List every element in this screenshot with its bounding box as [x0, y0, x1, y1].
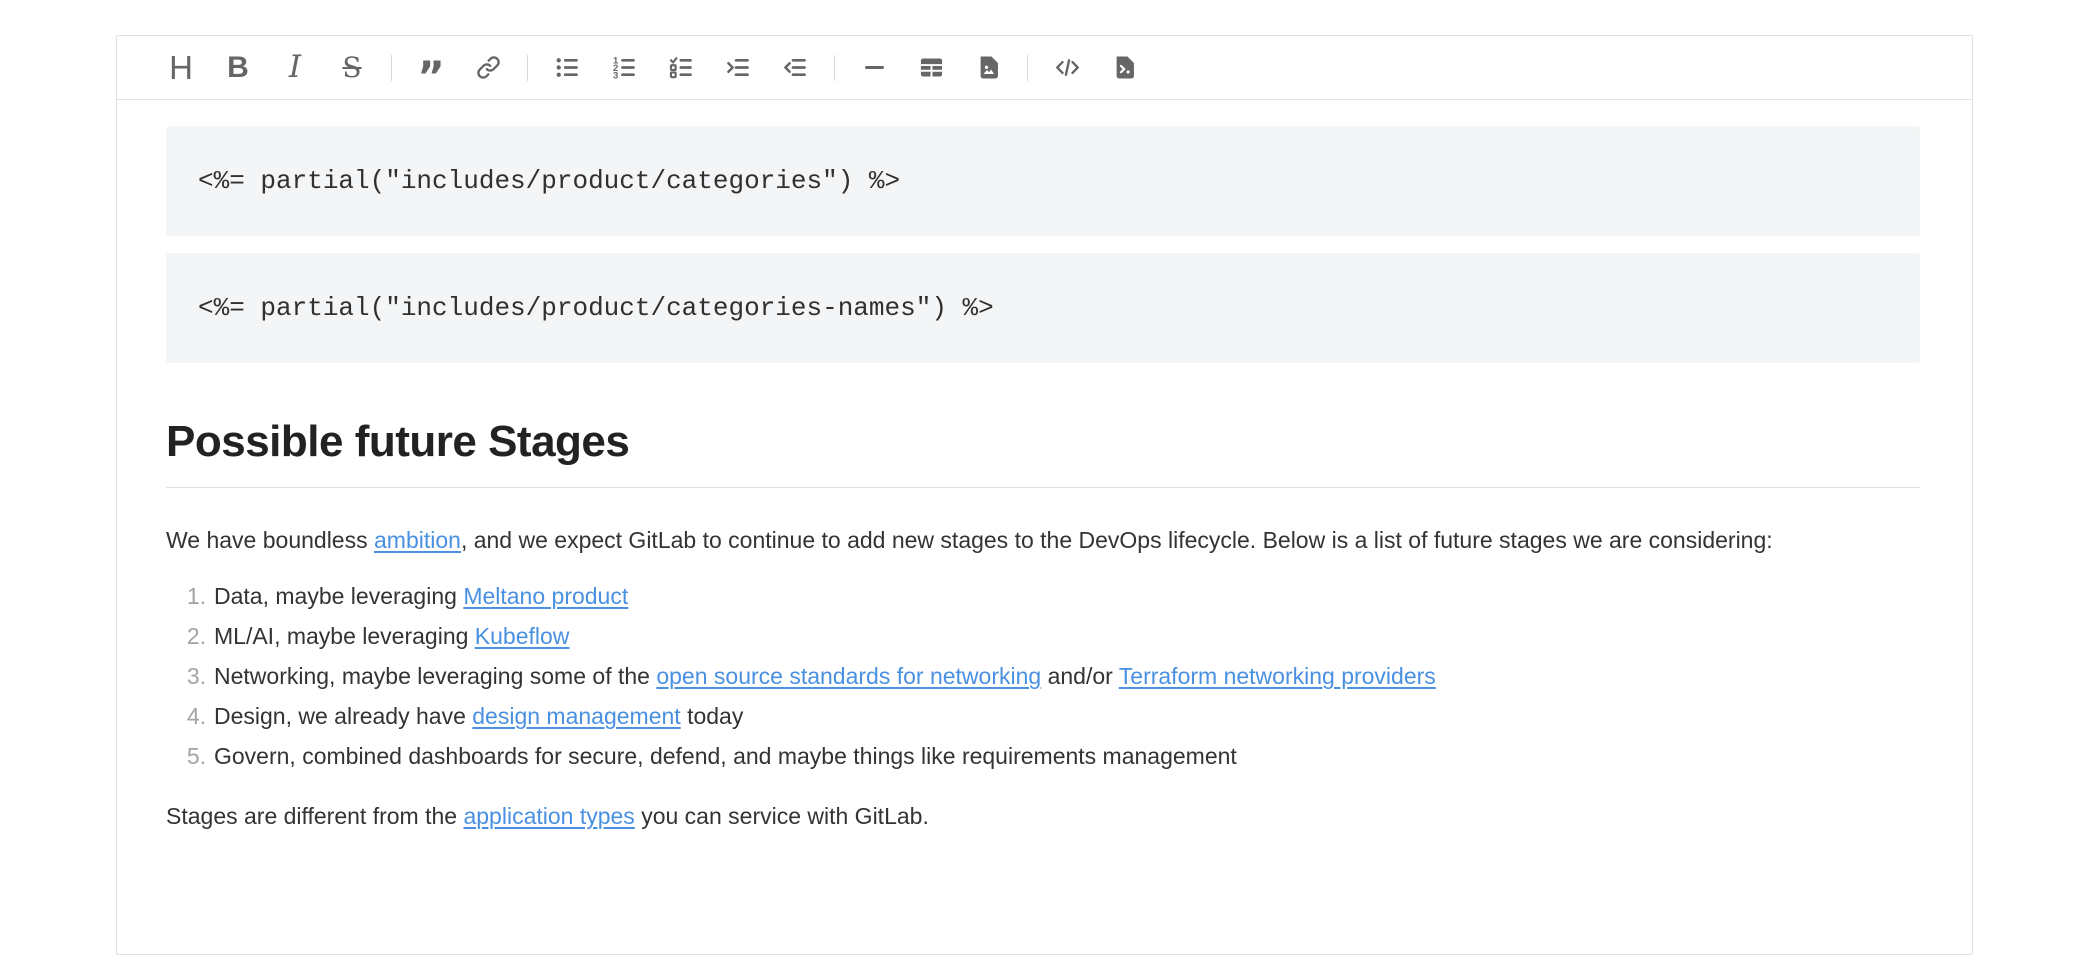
list-marker: 2.	[166, 616, 206, 656]
text-run: Networking, maybe leveraging some of the	[214, 663, 656, 689]
heading-button[interactable]: H	[163, 47, 199, 89]
heading-icon: H	[169, 51, 193, 84]
toolbar-divider	[834, 55, 835, 81]
list-marker: 1.	[166, 576, 206, 616]
text-run: Design, we already have	[214, 703, 472, 729]
intro-paragraph: We have boundless ambition, and we expec…	[166, 520, 1920, 560]
list-item-govern: 5. Govern, combined dashboards for secure…	[166, 736, 1920, 776]
bulleted-list-button[interactable]	[549, 47, 585, 89]
editor-content-area[interactable]: <%= partial("includes/product/categories…	[117, 100, 1972, 876]
code-icon	[1054, 54, 1081, 81]
code-block-categories-names[interactable]: <%= partial("includes/product/categories…	[166, 253, 1920, 363]
strikethrough-icon: S	[342, 54, 361, 82]
link-design-management[interactable]: design management	[472, 703, 680, 729]
text-run: and/or	[1041, 663, 1119, 689]
italic-icon: I	[289, 52, 301, 83]
text-run: Data, maybe leveraging	[214, 583, 463, 609]
outdent-icon	[782, 54, 809, 81]
text-run: today	[681, 703, 744, 729]
code-file-icon	[1111, 54, 1138, 81]
list-marker: 4.	[166, 696, 206, 736]
toolbar-divider	[527, 55, 528, 81]
blockquote-button[interactable]: ”	[413, 47, 449, 89]
code-block-categories[interactable]: <%= partial("includes/product/categories…	[166, 126, 1920, 236]
horizontal-rule-icon	[861, 54, 888, 81]
strikethrough-button[interactable]: S	[334, 47, 370, 89]
table-icon	[918, 54, 945, 81]
svg-text:3: 3	[613, 70, 618, 81]
text-run: Stages are different from the	[166, 803, 463, 829]
text-run: We have boundless	[166, 527, 374, 553]
text-run: , and we expect GitLab to continue to ad…	[461, 527, 1773, 553]
editor-toolbar: H B I S ” 1 2 3	[117, 36, 1972, 100]
code-text: <%= partial("includes/product/categories…	[198, 293, 994, 323]
list-item-networking: 3. Networking, maybe leveraging some of t…	[166, 656, 1920, 696]
link-meltano-product[interactable]: Meltano product	[463, 583, 628, 609]
bulleted-list-icon	[554, 54, 581, 81]
indent-icon	[725, 54, 752, 81]
task-list-icon	[668, 54, 695, 81]
code-text: <%= partial("includes/product/categories…	[198, 166, 900, 196]
insert-image-button[interactable]	[970, 47, 1006, 89]
text-run: ML/AI, maybe leveraging	[214, 623, 475, 649]
bold-icon: B	[227, 53, 249, 83]
toolbar-divider	[391, 55, 392, 81]
link-button[interactable]	[470, 47, 506, 89]
markdown-editor: H B I S ” 1 2 3	[116, 35, 1973, 955]
list-item-ml-ai: 2. ML/AI, maybe leveraging Kubeflow	[166, 616, 1920, 656]
link-icon	[475, 54, 502, 81]
outro-paragraph: Stages are different from the applicatio…	[166, 796, 1920, 836]
list-marker: 3.	[166, 656, 206, 696]
italic-button[interactable]: I	[277, 47, 313, 89]
section-heading: Possible future Stages	[166, 417, 1920, 488]
text-run: you can service with GitLab.	[635, 803, 929, 829]
code-block-button[interactable]	[1106, 47, 1142, 89]
toolbar-divider	[1027, 55, 1028, 81]
table-button[interactable]	[913, 47, 949, 89]
list-item-design: 4. Design, we already have design managem…	[166, 696, 1920, 736]
numbered-list-icon: 1 2 3	[611, 54, 638, 81]
link-application-types[interactable]: application types	[463, 803, 634, 829]
numbered-list-button[interactable]: 1 2 3	[606, 47, 642, 89]
list-item-data: 1. Data, maybe leveraging Meltano product	[166, 576, 1920, 616]
indent-button[interactable]	[720, 47, 756, 89]
link-kubeflow[interactable]: Kubeflow	[475, 623, 570, 649]
list-marker: 5.	[166, 736, 206, 776]
image-file-icon	[975, 54, 1002, 81]
inline-code-button[interactable]	[1049, 47, 1085, 89]
bold-button[interactable]: B	[220, 47, 256, 89]
horizontal-rule-button[interactable]	[856, 47, 892, 89]
link-open-source-standards[interactable]: open source standards for networking	[656, 663, 1041, 689]
future-stages-list: 1. Data, maybe leveraging Meltano product…	[166, 576, 1920, 776]
outdent-button[interactable]	[777, 47, 813, 89]
task-list-button[interactable]	[663, 47, 699, 89]
link-ambition[interactable]: ambition	[374, 527, 461, 553]
text-run: Govern, combined dashboards for secure, …	[214, 743, 1237, 769]
link-terraform-providers[interactable]: Terraform networking providers	[1119, 663, 1436, 689]
